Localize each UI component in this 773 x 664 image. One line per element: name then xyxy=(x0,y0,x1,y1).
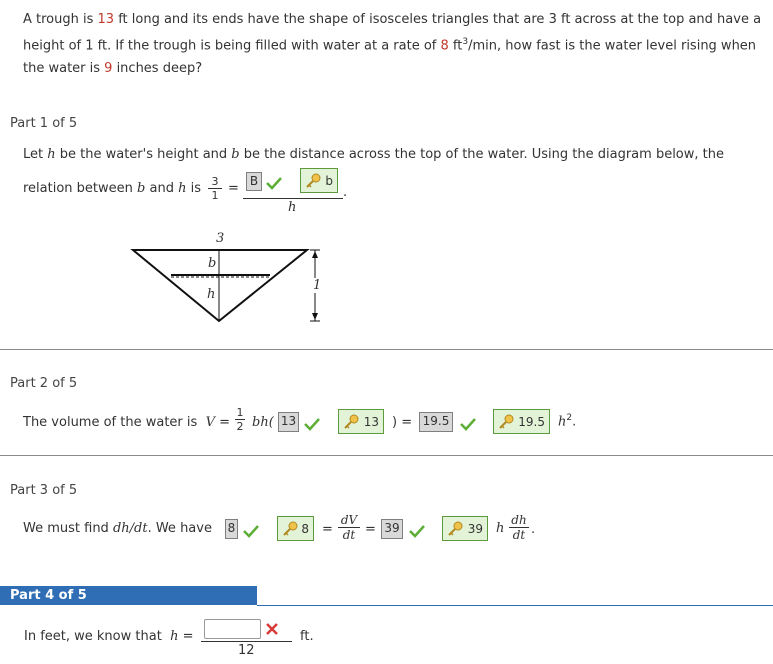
part2-h-squared: h2. xyxy=(558,413,577,430)
part3-period: . xyxy=(531,522,536,537)
part3-dhdt-fraction: dh dt xyxy=(509,514,529,541)
part4-unit: ft. xyxy=(300,629,314,644)
part2-answer2-entered: 19.5 xyxy=(419,412,453,432)
part1-denominator: h xyxy=(288,200,297,215)
key-icon xyxy=(306,173,321,188)
part1-equals: = xyxy=(228,181,239,196)
part1-answer-key: b xyxy=(300,168,338,193)
key-icon xyxy=(344,414,359,429)
fill-rate: 8 xyxy=(440,38,449,54)
part4-denominator: 12 xyxy=(238,643,255,658)
part1-text-line1: Let h be the water's height and b be the… xyxy=(23,147,724,162)
part2-header: Part 2 of 5 xyxy=(10,376,78,391)
key-icon xyxy=(448,521,463,536)
key-icon xyxy=(499,414,514,429)
diagram-b-label: b xyxy=(208,256,217,271)
part1-ratio-fraction: 31 xyxy=(208,176,222,201)
part2-close: ) = xyxy=(392,415,413,430)
trough-length: 13 xyxy=(97,12,115,27)
part1-period: . xyxy=(343,185,348,200)
diagram-top-label: 3 xyxy=(216,231,225,246)
part3-dVdt-fraction: dV dt xyxy=(338,514,360,541)
trough-diagram xyxy=(130,249,320,323)
part3-answer1-entered: 8 xyxy=(225,519,238,539)
diagram-side-label: 1 xyxy=(312,278,323,293)
part2-answer1-entered: 13 xyxy=(278,412,299,432)
diagram-h-label: h xyxy=(207,287,216,302)
part4-fraction-bar xyxy=(201,641,292,642)
part2-answer2-key: 19.5 xyxy=(493,409,550,434)
part1-answer-entered: B xyxy=(246,172,262,191)
key-icon xyxy=(283,521,298,536)
check-icon xyxy=(243,525,259,538)
part3-text: We must find dh/dt. We have xyxy=(23,521,212,536)
part4-header: Part 4 of 5 xyxy=(0,586,257,605)
part4-answer-input[interactable] xyxy=(204,619,261,639)
part1-text-line2: relation between b and h is xyxy=(23,181,201,196)
part3-answer1-key: 8 xyxy=(277,516,314,541)
part3-equals1: = xyxy=(322,522,333,537)
part4-divider xyxy=(257,605,773,606)
divider xyxy=(0,349,773,350)
part1-header: Part 1 of 5 xyxy=(10,116,78,131)
wrong-icon xyxy=(266,623,278,635)
part1-fraction-bar xyxy=(243,198,343,199)
check-icon xyxy=(460,418,476,431)
part3-answer2-entered: 39 xyxy=(381,519,403,539)
part3-h: h xyxy=(496,521,505,536)
part2-half-fraction: 12 xyxy=(235,406,245,433)
check-icon xyxy=(304,418,320,431)
divider xyxy=(0,455,773,456)
part2-text: The volume of the water is V = xyxy=(23,415,230,430)
part3-answer2-key: 39 xyxy=(442,516,488,541)
check-icon xyxy=(266,177,282,190)
check-icon xyxy=(409,525,425,538)
part4-text: In feet, we know that h = xyxy=(24,629,194,644)
part2-answer1-key: 13 xyxy=(338,409,384,434)
part2-bh: bh( xyxy=(252,415,274,430)
problem-statement: A trough is 13 ft long and its ends have… xyxy=(23,12,762,77)
part3-header: Part 3 of 5 xyxy=(10,483,78,498)
part3-equals2: = xyxy=(365,522,376,537)
